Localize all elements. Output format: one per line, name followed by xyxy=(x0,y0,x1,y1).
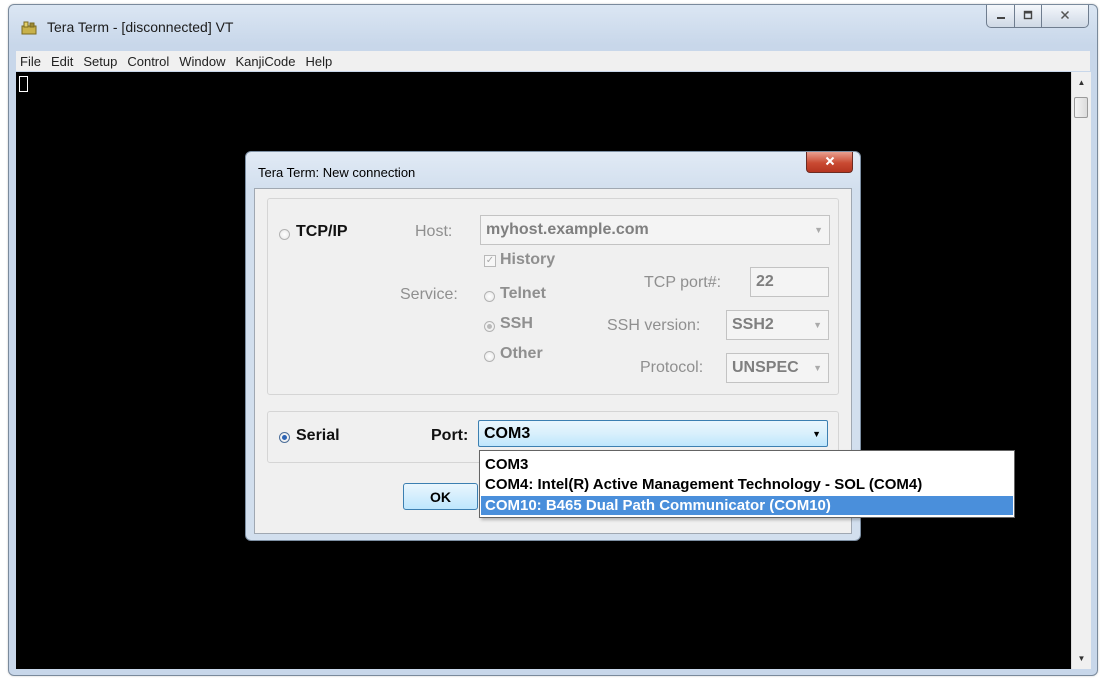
port-label: Port: xyxy=(431,427,469,444)
menu-help[interactable]: Help xyxy=(301,54,338,69)
protocol-value: UNSPEC xyxy=(732,359,799,376)
other-label: Other xyxy=(500,345,543,362)
scrollbar-thumb[interactable] xyxy=(1074,97,1088,118)
ssh-version-label: SSH version: xyxy=(607,317,701,334)
service-label: Service: xyxy=(400,286,458,303)
vertical-scrollbar[interactable]: ▲ ▼ xyxy=(1071,72,1091,669)
dialog-close-button[interactable] xyxy=(806,152,853,173)
title-bar[interactable]: Tera Term - [disconnected] VT xyxy=(9,5,1097,45)
port-combobox[interactable]: COM3 ▼ xyxy=(478,420,828,447)
close-button[interactable] xyxy=(1042,5,1089,28)
maximize-icon xyxy=(1023,9,1033,23)
protocol-select[interactable]: UNSPEC ▼ xyxy=(726,353,829,383)
tcp-port-input[interactable]: 22 xyxy=(750,267,829,297)
port-value: COM3 xyxy=(484,425,531,442)
tera-term-icon[interactable] xyxy=(21,21,37,35)
window-controls xyxy=(986,5,1089,28)
close-icon xyxy=(1060,9,1070,23)
terminal-cursor xyxy=(19,76,28,92)
host-combobox[interactable]: myhost.example.com ▼ xyxy=(480,215,830,245)
ssh-radio[interactable] xyxy=(484,321,495,332)
port-dropdown-list: COM3 COM4: Intel(R) Active Management Te… xyxy=(479,450,1015,518)
other-radio[interactable] xyxy=(484,351,495,362)
chevron-down-icon[interactable]: ▼ xyxy=(813,320,822,330)
maximize-button[interactable] xyxy=(1015,5,1042,28)
tcpip-radio[interactable] xyxy=(279,229,290,240)
menu-file[interactable]: File xyxy=(16,54,46,69)
close-icon xyxy=(825,155,835,169)
telnet-label: Telnet xyxy=(500,285,546,302)
protocol-label: Protocol: xyxy=(640,359,704,376)
history-label: History xyxy=(500,251,556,268)
minimize-icon xyxy=(996,9,1006,23)
host-value: myhost.example.com xyxy=(486,221,649,238)
menu-edit[interactable]: Edit xyxy=(46,54,78,69)
menu-window[interactable]: Window xyxy=(174,54,230,69)
window-title: Tera Term - [disconnected] VT xyxy=(47,19,234,35)
port-option-com10[interactable]: COM10: B465 Dual Path Communicator (COM1… xyxy=(481,496,1013,515)
tcp-port-label: TCP port#: xyxy=(644,274,722,291)
history-checkbox[interactable]: ✓ xyxy=(484,255,496,267)
chevron-down-icon[interactable]: ▼ xyxy=(812,429,821,439)
menu-kanjicode[interactable]: KanjiCode xyxy=(231,54,301,69)
scroll-up-icon[interactable]: ▲ xyxy=(1072,74,1091,91)
chevron-down-icon[interactable]: ▼ xyxy=(814,225,823,235)
menu-control[interactable]: Control xyxy=(122,54,174,69)
tcp-port-value: 22 xyxy=(756,273,774,290)
ssh-version-select[interactable]: SSH2 ▼ xyxy=(726,310,829,340)
menu-setup[interactable]: Setup xyxy=(78,54,122,69)
serial-radio[interactable] xyxy=(279,432,290,443)
ssh-version-value: SSH2 xyxy=(732,316,774,333)
host-label: Host: xyxy=(415,223,453,240)
minimize-button[interactable] xyxy=(986,5,1015,28)
dialog-title: Tera Term: New connection xyxy=(258,165,416,180)
ssh-label: SSH xyxy=(500,315,533,332)
port-option-com4[interactable]: COM4: Intel(R) Active Management Technol… xyxy=(481,475,1013,494)
telnet-radio[interactable] xyxy=(484,291,495,302)
ok-button[interactable]: OK xyxy=(403,483,478,510)
serial-label: Serial xyxy=(296,427,340,444)
chevron-down-icon[interactable]: ▼ xyxy=(813,363,822,373)
menu-bar: File Edit Setup Control Window KanjiCode… xyxy=(16,51,1090,71)
port-option-com3[interactable]: COM3 xyxy=(481,455,1013,474)
scroll-down-icon[interactable]: ▼ xyxy=(1072,650,1091,667)
tcpip-label: TCP/IP xyxy=(296,223,348,240)
